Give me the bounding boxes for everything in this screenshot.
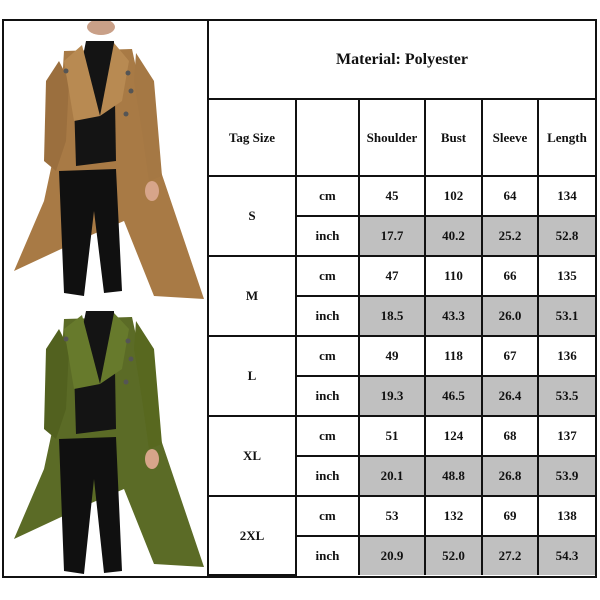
size-row-s-cm: Scm 45 102 64 134 — [208, 175, 595, 257]
header-shoulder: Shoulder — [357, 98, 426, 177]
unit-cell: cm — [294, 495, 360, 537]
size-chart-frame: Material: Polyester Tag Size Shoulder Bu… — [2, 19, 597, 578]
column-header-row: Tag Size Shoulder Bust Sleeve Length — [208, 98, 595, 177]
unit-cell: inch — [295, 375, 360, 417]
sleeve-value-cell: 26.4 — [480, 375, 539, 417]
length-value-cell: 137 — [536, 415, 595, 457]
shoulder-value-cell: 17.7 — [357, 215, 426, 257]
size-chart-table: Material: Polyester Tag Size Shoulder Bu… — [208, 21, 595, 576]
bust-value-cell: 48.8 — [423, 455, 483, 497]
shoulder-value-cell: 49 — [357, 335, 426, 377]
shoulder-value-cell: 47 — [357, 255, 426, 297]
sleeve-value-cell: 27.2 — [480, 535, 539, 575]
shoulder-value-cell: 20.1 — [357, 455, 426, 497]
header-bust: Bust — [423, 98, 483, 177]
shoulder-value-cell: 51 — [357, 415, 426, 457]
shoulder-value-cell: 19.3 — [357, 375, 426, 417]
tag-size-cell: M — [208, 255, 297, 337]
sleeve-value-cell: 26.8 — [480, 455, 539, 497]
tag-size-cell: L — [208, 335, 297, 417]
length-value-cell: 53.1 — [536, 295, 595, 337]
sleeve-value-cell: 69 — [480, 495, 539, 537]
header-tag-size: Tag Size — [208, 98, 297, 177]
shoulder-value-cell: 53 — [357, 495, 426, 537]
length-value-cell: 135 — [536, 255, 595, 297]
shoulder-value-cell: 45 — [357, 175, 426, 217]
product-image-tan-coat — [14, 21, 204, 299]
model-figure-tan — [14, 21, 204, 299]
bust-value-cell: 102 — [423, 175, 483, 217]
unit-cell: inch — [295, 535, 360, 575]
tag-size-cell: XL — [208, 415, 297, 497]
sleeve-value-cell: 26.0 — [480, 295, 539, 337]
length-value-cell: 53.9 — [536, 455, 595, 497]
unit-cell: inch — [295, 455, 360, 497]
unit-cell: cm — [294, 175, 360, 217]
size-row-2xl-cm: 2XL cm 53 132 69 138 — [208, 495, 595, 576]
bust-value-cell: 132 — [423, 495, 483, 537]
size-row-xl-cm: XL cm 51 124 68 137 — [208, 415, 595, 497]
tag-size-cell: 2XL — [208, 495, 297, 576]
bust-value-cell: 46.5 — [423, 375, 483, 417]
product-image-green-coat — [14, 311, 204, 574]
size-row-l-cm: Lcm 49 118 67 136 — [208, 335, 595, 417]
bust-value-cell: 124 — [423, 415, 483, 457]
length-value-cell: 54.3 — [536, 535, 595, 575]
unit-cell: cm — [294, 255, 360, 297]
tag-size-cell: S — [208, 175, 297, 257]
bust-value-cell: 110 — [423, 255, 483, 297]
unit-cell: inch — [295, 295, 360, 337]
unit-cell: cm — [294, 335, 360, 377]
length-value-cell: 52.8 — [536, 215, 595, 257]
length-value-cell: 136 — [536, 335, 595, 377]
sleeve-value-cell: 64 — [480, 175, 539, 217]
length-value-cell: 134 — [536, 175, 595, 217]
sleeve-value-cell: 67 — [480, 335, 539, 377]
unit-cell: inch — [295, 215, 360, 257]
sleeve-value-cell: 68 — [480, 415, 539, 457]
length-value-cell: 138 — [536, 495, 595, 537]
length-value-cell: 53.5 — [536, 375, 595, 417]
shoulder-value-cell: 20.9 — [357, 535, 426, 575]
bust-value-cell: 43.3 — [423, 295, 483, 337]
bust-value-cell: 52.0 — [423, 535, 483, 575]
material-title: Material: Polyester — [208, 21, 595, 100]
model-figure-green — [14, 311, 204, 574]
unit-cell: cm — [294, 415, 360, 457]
bust-value-cell: 118 — [423, 335, 483, 377]
header-sleeve: Sleeve — [480, 98, 539, 177]
size-row-m-cm: Mcm 47 110 66 135 — [208, 255, 595, 337]
shoulder-value-cell: 18.5 — [357, 295, 426, 337]
sleeve-value-cell: 66 — [480, 255, 539, 297]
header-unit — [294, 98, 360, 177]
product-photos-panel — [4, 21, 209, 576]
bust-value-cell: 40.2 — [423, 215, 483, 257]
sleeve-value-cell: 25.2 — [480, 215, 539, 257]
header-length: Length — [536, 98, 595, 177]
